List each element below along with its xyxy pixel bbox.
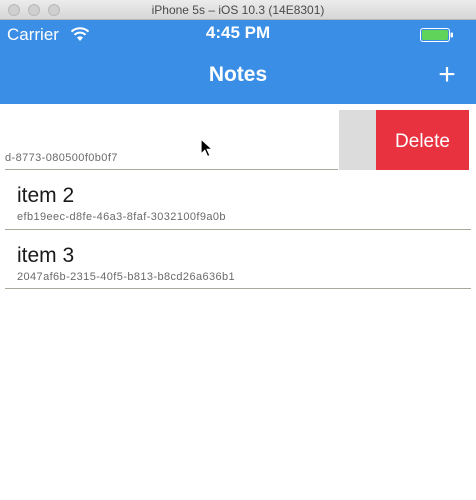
battery-icon — [420, 28, 453, 42]
list-item-id: 2047af6b-2315-40f5-b813-b8cd26a636b1 — [17, 271, 236, 283]
status-bar: Carrier 4:45 PM — [0, 20, 476, 50]
list-item-id: efb19eec-d8fe-46a3-8faf-3032100f9a0b — [17, 211, 226, 223]
app-header: Carrier 4:45 PM Notes + — [0, 20, 476, 104]
delete-button[interactable]: Delete — [376, 110, 469, 170]
row-divider — [5, 288, 471, 289]
notes-list: d-8773-080500f0b0f7 Delete item 2 efb19e… — [0, 104, 476, 289]
page-title: Notes — [208, 63, 268, 86]
list-item[interactable]: item 2 efb19eec-d8fe-46a3-8faf-3032100f9… — [0, 170, 476, 230]
list-item-title: item 3 — [17, 244, 75, 267]
list-item-id: d-8773-080500f0b0f7 — [5, 152, 118, 164]
list-item[interactable]: item 3 2047af6b-2315-40f5-b813-b8cd26a63… — [0, 230, 476, 289]
status-time: 4:45 PM — [205, 23, 271, 42]
list-item[interactable]: d-8773-080500f0b0f7 Delete — [0, 104, 476, 170]
more-action-button[interactable] — [339, 110, 376, 170]
window-title: iPhone 5s – iOS 10.3 (14E8301) — [151, 3, 325, 17]
navigation-bar: Notes + — [0, 50, 476, 104]
pointer-cursor-icon — [200, 137, 214, 163]
add-note-button[interactable]: + — [432, 58, 462, 92]
list-item-title: item 2 — [17, 184, 75, 207]
window-titlebar: iPhone 5s – iOS 10.3 (14E8301) — [0, 0, 476, 20]
